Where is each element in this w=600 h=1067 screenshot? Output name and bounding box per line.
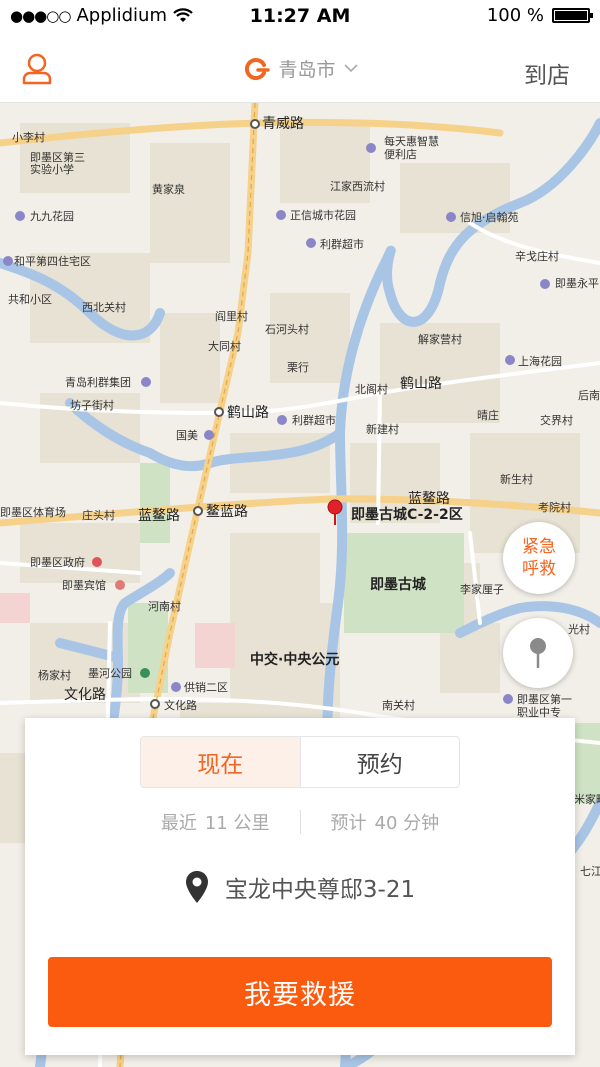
map-label: 鹤山路	[227, 405, 269, 421]
map-label: 墨河公园	[88, 667, 132, 680]
eta-value: 40 分钟	[374, 813, 440, 834]
map-label: 新建村	[366, 422, 399, 436]
city-name: 青岛市	[278, 58, 336, 81]
map-label: 实验小学	[30, 162, 74, 176]
map-label: 后南	[578, 389, 600, 402]
map-label: 上海花园	[518, 354, 562, 368]
distance-metric: 最近 11 公里	[131, 809, 300, 835]
eta-metric: 预计 40 分钟	[301, 809, 470, 835]
map-label: 即墨永平	[555, 276, 599, 290]
emergency-label-line1: 紧急	[522, 537, 556, 557]
map-label: 供销二区	[184, 680, 228, 694]
map-label: 即墨古城C-2-2区	[351, 506, 463, 523]
map-label: 光村	[568, 622, 590, 636]
map-label: 蓝鳌路	[138, 507, 180, 524]
map-label: 文化路	[164, 698, 197, 712]
map-label: 栗行	[287, 361, 309, 374]
map-label: 七江	[580, 865, 600, 878]
map-label: 南关村	[382, 698, 415, 712]
location-marker-icon	[185, 871, 208, 903]
map-label: 阎里村	[215, 309, 248, 323]
map-label: 即墨区体育场	[0, 505, 66, 519]
map-label: 信旭·启翰苑	[460, 210, 519, 224]
rescue-card: 现在 预约 最近 11 公里 预计 40 分钟 宝龙中央尊邸3-21 我要救援	[25, 718, 575, 1055]
nav-bar: 青岛市 到店	[0, 34, 600, 103]
map-label: 共和小区	[8, 293, 52, 306]
distance-label: 最近	[160, 813, 197, 834]
eta-label: 预计	[330, 813, 367, 834]
map-label: 庄头村	[82, 508, 115, 522]
map-label: 米家疃	[574, 792, 600, 806]
request-rescue-button[interactable]: 我要救援	[48, 957, 552, 1027]
status-right: 100 %	[486, 5, 593, 26]
emergency-call-button[interactable]: 紧急 呼救	[503, 522, 575, 594]
map-label: 新生村	[500, 472, 533, 486]
map-label: 晴庄	[477, 408, 499, 422]
map-label: 西北关村	[82, 300, 126, 314]
map-label: 即墨区政府	[30, 555, 85, 569]
city-selector[interactable]: 青岛市	[0, 54, 600, 82]
map-label: 考院村	[538, 500, 571, 514]
map-label: 河南村	[148, 599, 181, 613]
app-screen: ●●●○○ Applidium 11:27 AM 100 % 青岛市 到店 青威…	[0, 0, 600, 1067]
map-label: 便利店	[384, 147, 417, 161]
map-label: 大同村	[208, 339, 241, 353]
map-label: 利群超市	[320, 237, 364, 251]
map-label: 李家厘子	[460, 582, 504, 596]
map-label: 中交·中央公元	[250, 651, 339, 668]
map-label: 解家营村	[418, 332, 462, 346]
map-label: 江家西流村	[330, 179, 385, 193]
map-label: 即墨区第三	[30, 150, 85, 164]
map-label: 每天惠智慧	[384, 134, 439, 148]
status-bar: ●●●○○ Applidium 11:27 AM 100 %	[0, 0, 600, 34]
map-label: 文化路	[64, 687, 106, 703]
map-label: 鳌蓝路	[206, 503, 248, 520]
map-label: 职业中专	[517, 705, 561, 719]
app-logo-icon	[245, 58, 271, 80]
map-label: 国美	[176, 429, 198, 442]
map-label: 辛戈庄村	[515, 249, 559, 263]
map-label: 青威路	[262, 116, 304, 132]
battery-icon	[552, 8, 593, 23]
map-label: 北阁村	[355, 382, 388, 396]
address-text: 宝龙中央尊邸3-21	[224, 877, 416, 903]
to-store-button[interactable]: 到店	[524, 56, 570, 90]
battery-percent: 100 %	[486, 5, 544, 26]
map-label: 即墨古城	[370, 576, 426, 593]
map-label: 正信城市花园	[290, 208, 356, 222]
map-label: 鹤山路	[400, 376, 442, 392]
tab-reserve[interactable]: 预约	[299, 737, 460, 787]
map-label: 九九花园	[30, 210, 74, 223]
map-label: 石河头村	[265, 322, 309, 336]
map-label: 即墨区第一	[517, 692, 572, 706]
emergency-label-line2: 呼救	[522, 559, 556, 579]
address-row[interactable]: 宝龙中央尊邸3-21	[25, 870, 575, 904]
map-label: 利群超市	[292, 413, 336, 427]
tab-now[interactable]: 现在	[141, 737, 300, 787]
time-mode-tabs: 现在 预约	[140, 736, 460, 788]
map-label: 黄家泉	[152, 182, 185, 196]
chevron-down-icon	[343, 64, 358, 73]
map-label: 坊子街村	[70, 398, 114, 412]
map-label: 小李村	[12, 130, 45, 144]
map-pin-icon	[530, 638, 546, 668]
distance-value: 11 公里	[204, 813, 270, 834]
map-label: 杨家村	[38, 668, 71, 682]
map-label: 和平第四住宅区	[14, 254, 91, 268]
map-label: 即墨宾馆	[62, 578, 106, 592]
map-label: 青岛利群集团	[65, 375, 131, 389]
locate-button[interactable]	[503, 618, 573, 688]
trip-metrics: 最近 11 公里 预计 40 分钟	[25, 809, 575, 835]
map-label: 蓝鳌路	[408, 490, 450, 507]
map-label: 交界村	[540, 413, 573, 427]
